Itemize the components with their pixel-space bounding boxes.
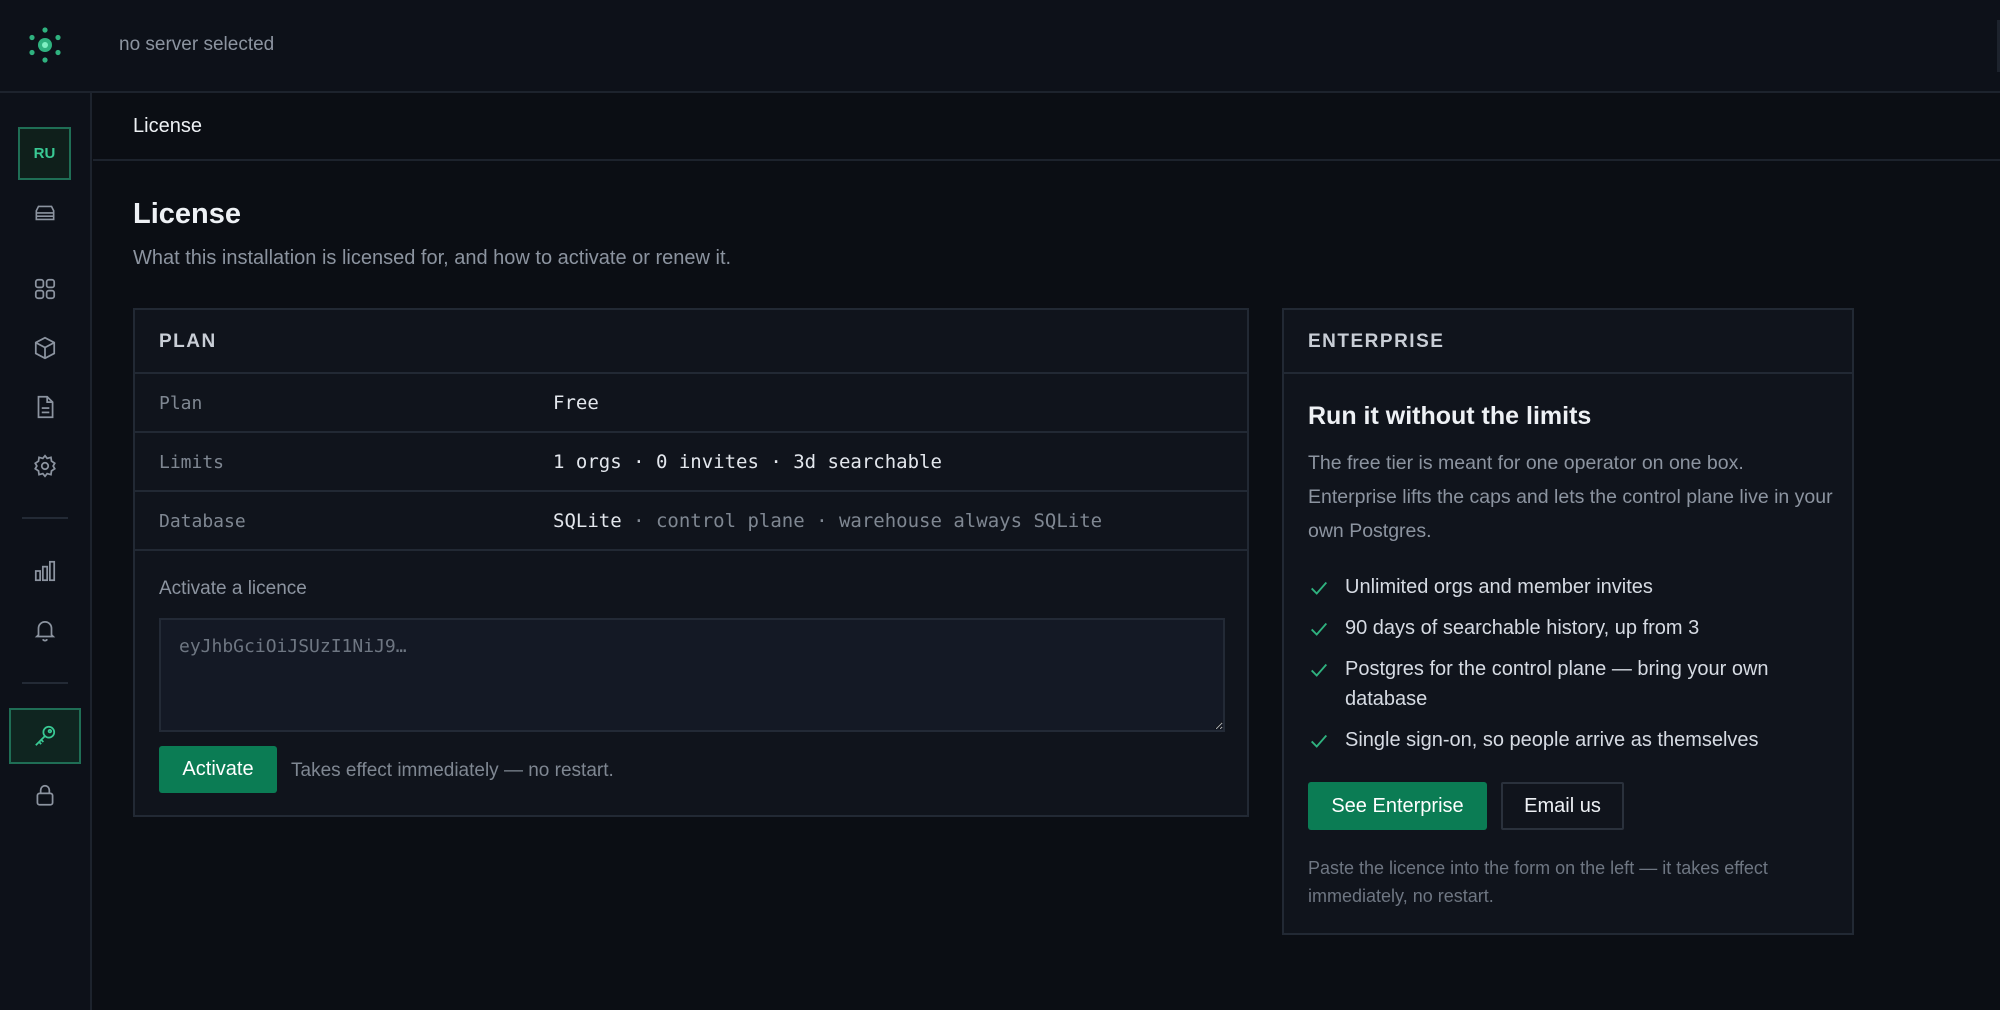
check-icon xyxy=(1311,663,1328,677)
sidebar-item-settings[interactable] xyxy=(22,443,68,489)
plan-row: Database SQLite · control plane · wareho… xyxy=(135,492,1247,551)
sidebar-divider xyxy=(22,517,68,519)
app-logo-icon[interactable] xyxy=(26,26,64,64)
key-icon xyxy=(35,725,56,746)
plan-row-value: Free xyxy=(553,392,599,414)
feature-item: Single sign-on, so people arrive as them… xyxy=(1308,725,1838,755)
document-icon xyxy=(37,395,54,419)
plan-row: Limits 1 orgs · 0 invites · 3d searchabl… xyxy=(135,433,1247,492)
enterprise-title: Run it without the limits xyxy=(1308,402,1592,430)
check-icon xyxy=(1311,734,1328,748)
plan-card: PLAN Plan Free Limits 1 orgs · 0 invites… xyxy=(133,308,1249,817)
sidebar-item-security[interactable] xyxy=(22,772,68,818)
sidebar-item-packages[interactable] xyxy=(22,325,68,371)
sidebar-item-logs[interactable] xyxy=(22,384,68,430)
bell-icon xyxy=(34,621,56,642)
enterprise-footnote: Paste the licence into the form on the l… xyxy=(1308,858,1768,906)
top-bar: no server selected xyxy=(0,0,2000,93)
page-title: License xyxy=(133,198,241,230)
enterprise-description: The free tier is meant for one operator … xyxy=(1308,452,1833,542)
plan-row-value: 1 orgs · 0 invites · 3d searchable xyxy=(553,451,942,473)
lock-icon xyxy=(36,784,54,806)
check-icon xyxy=(1311,581,1328,595)
see-enterprise-button[interactable]: See Enterprise xyxy=(1308,782,1487,830)
sidebar-item-license[interactable] xyxy=(9,708,81,764)
activate-licence-label: Activate a licence xyxy=(159,578,307,599)
sidebar: RU xyxy=(0,93,92,1010)
bar-chart-icon xyxy=(34,560,56,582)
sidebar-item-dashboard[interactable] xyxy=(22,266,68,312)
check-icon xyxy=(1311,622,1328,636)
licence-input[interactable] xyxy=(159,618,1225,732)
server-selector[interactable]: no server selected xyxy=(119,34,274,56)
enterprise-card: ENTERPRISE Run it without the limits The… xyxy=(1282,308,1854,935)
sidebar-item-servers[interactable] xyxy=(22,191,68,237)
activate-hint: Takes effect immediately — no restart. xyxy=(291,760,614,781)
plan-card-heading: PLAN xyxy=(135,310,1247,374)
sidebar-divider xyxy=(22,682,68,684)
plan-row-label: Database xyxy=(159,511,246,532)
grid-icon xyxy=(34,278,56,300)
plan-row-label: Plan xyxy=(159,393,203,414)
breadcrumb: License xyxy=(133,115,202,137)
sidebar-item-metrics[interactable] xyxy=(22,548,68,594)
page-subtitle: What this installation is licensed for, … xyxy=(133,247,732,269)
gear-icon xyxy=(34,454,56,478)
server-icon xyxy=(35,205,55,221)
feature-item: Postgres for the control plane — bring y… xyxy=(1308,654,1838,714)
plan-row-value: SQLite · control plane · warehouse alway… xyxy=(553,510,1103,532)
sidebar-item-alerts[interactable] xyxy=(22,607,68,653)
cube-icon xyxy=(34,336,56,360)
feature-item: 90 days of searchable history, up from 3 xyxy=(1308,613,1838,643)
feature-item: Unlimited orgs and member invites xyxy=(1308,572,1838,602)
page-header: License xyxy=(93,93,2000,161)
enterprise-card-heading: ENTERPRISE xyxy=(1284,310,1852,374)
avatar[interactable]: RU xyxy=(18,127,71,180)
activate-button[interactable]: Activate xyxy=(159,746,277,793)
plan-row: Plan Free xyxy=(135,374,1247,433)
email-us-button[interactable]: Email us xyxy=(1501,782,1624,830)
plan-row-detail: · control plane · warehouse always SQLit… xyxy=(621,510,1103,532)
plan-row-label: Limits xyxy=(159,452,225,473)
